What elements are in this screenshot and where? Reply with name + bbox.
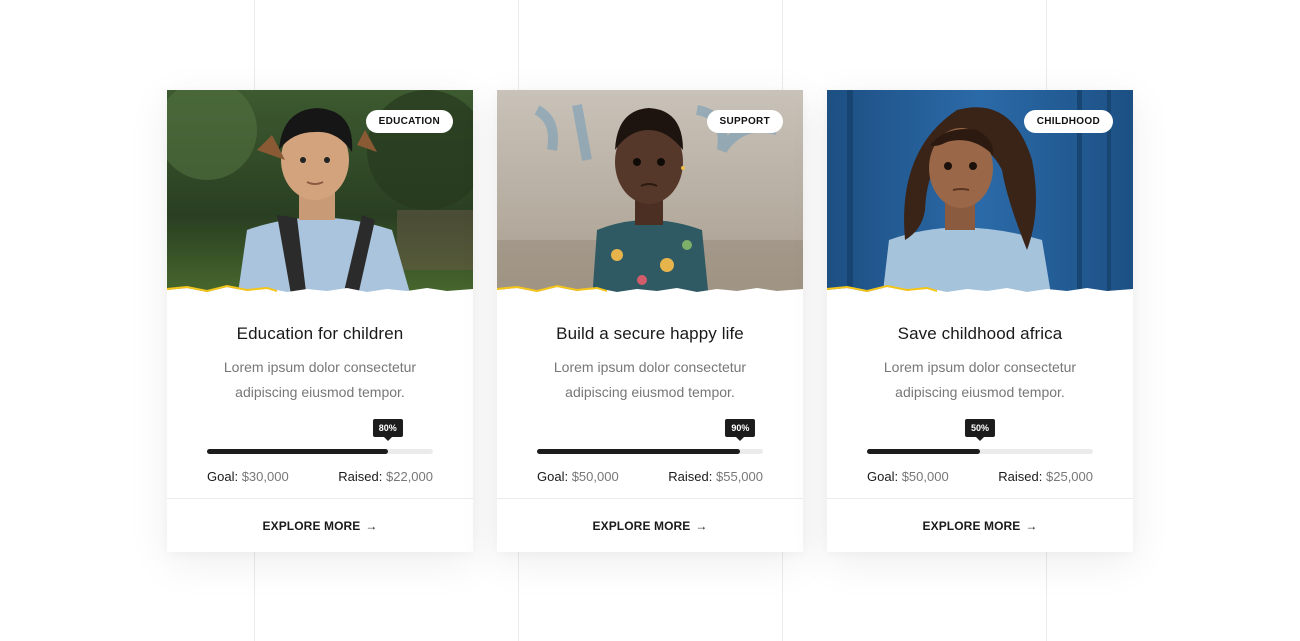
progress-bar: 90% [537, 419, 763, 454]
donation-card-childhood: CHILDHOOD Save childhood africa Lorem ip… [827, 90, 1133, 552]
goal-stat: Goal: $50,000 [867, 469, 949, 484]
funding-stats: Goal: $50,000 Raised: $55,000 [537, 469, 763, 484]
donation-card-education: EDUCATION Education for children Lorem i… [167, 90, 473, 552]
donation-card-support: SUPPORT Build a secure happy life Lorem … [497, 90, 803, 552]
raised-value: $55,000 [716, 469, 763, 484]
card-photo[interactable]: SUPPORT [497, 90, 803, 300]
explore-more-button[interactable]: EXPLORE MORE → [167, 498, 473, 552]
card-body: Save childhood africa Lorem ipsum dolor … [827, 324, 1133, 484]
category-tag[interactable]: CHILDHOOD [1023, 110, 1113, 133]
card-description: Lorem ipsum dolor consectetur adipiscing… [883, 359, 1077, 400]
explore-more-label: EXPLORE MORE [592, 518, 691, 533]
raised-label: Raised: [668, 469, 713, 484]
progress-percent-badge: 90% [725, 419, 756, 441]
progress-fill [207, 449, 388, 454]
goal-label: Goal: [207, 469, 239, 484]
raised-label: Raised: [998, 469, 1043, 484]
progress-fill [867, 449, 980, 454]
raised-stat: Raised: $22,000 [338, 469, 433, 484]
explore-more-label: EXPLORE MORE [262, 518, 361, 533]
goal-stat: Goal: $50,000 [537, 469, 619, 484]
explore-more-button[interactable]: EXPLORE MORE → [827, 498, 1133, 552]
explore-more-button[interactable]: EXPLORE MORE → [497, 498, 803, 552]
card-photo[interactable]: CHILDHOOD [827, 90, 1133, 300]
category-tag[interactable]: SUPPORT [706, 110, 783, 133]
goal-stat: Goal: $30,000 [207, 469, 289, 484]
progress-percent-badge: 80% [372, 419, 403, 441]
category-tag[interactable]: EDUCATION [365, 110, 453, 133]
progress-percent-badge: 50% [964, 419, 996, 441]
explore-more-label: EXPLORE MORE [922, 518, 1021, 533]
raised-stat: Raised: $55,000 [668, 469, 763, 484]
donation-cards: EDUCATION Education for children Lorem i… [167, 90, 1133, 552]
goal-label: Goal: [537, 469, 569, 484]
raised-stat: Raised: $25,000 [998, 469, 1093, 484]
funding-stats: Goal: $30,000 Raised: $22,000 [207, 469, 433, 484]
goal-value: $30,000 [241, 469, 289, 484]
arrow-right-icon: → [365, 518, 378, 533]
card-description: Lorem ipsum dolor consectetur adipiscing… [223, 359, 417, 400]
goal-label: Goal: [867, 469, 899, 484]
card-title[interactable]: Education for children [207, 324, 433, 344]
arrow-right-icon: → [695, 518, 708, 533]
raised-value: $22,000 [386, 469, 433, 484]
raised-value: $25,000 [1046, 469, 1093, 484]
card-body: Build a secure happy life Lorem ipsum do… [497, 324, 803, 484]
progress-bar: 80% [207, 419, 433, 454]
card-title[interactable]: Build a secure happy life [537, 324, 763, 344]
funding-stats: Goal: $50,000 Raised: $25,000 [867, 469, 1093, 484]
raised-label: Raised: [338, 469, 383, 484]
progress-bar: 50% [867, 419, 1093, 454]
card-photo[interactable]: EDUCATION [167, 90, 473, 300]
goal-value: $50,000 [901, 469, 949, 484]
progress-fill [537, 449, 741, 454]
goal-value: $50,000 [571, 469, 619, 484]
card-title[interactable]: Save childhood africa [867, 324, 1093, 344]
card-body: Education for children Lorem ipsum dolor… [167, 324, 473, 484]
card-description: Lorem ipsum dolor consectetur adipiscing… [553, 359, 747, 400]
arrow-right-icon: → [1025, 518, 1038, 533]
